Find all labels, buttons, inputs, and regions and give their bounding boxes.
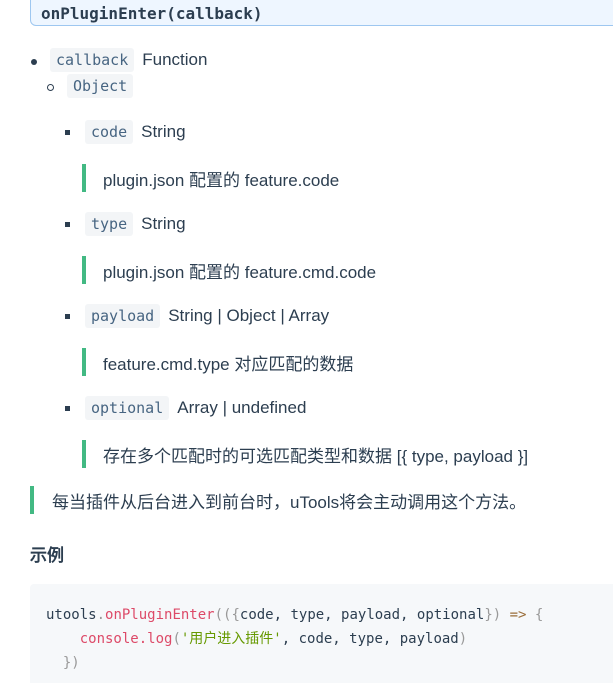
field-type: String	[141, 214, 186, 233]
code-token: {	[231, 607, 240, 623]
code-token: {	[534, 607, 544, 623]
param-type: Function	[142, 50, 208, 69]
param-object: Object	[67, 74, 134, 98]
description-text: 存在多个匹配时的可选匹配类型和数据 [{ type, payload }]	[103, 446, 529, 466]
description-text: plugin.json 配置的 feature.code	[103, 170, 340, 190]
code-line-3: })	[46, 651, 613, 675]
param-name: Object	[67, 74, 134, 98]
code-token: onPluginEnter	[105, 607, 215, 623]
code-token: '用户进入插件'	[180, 631, 282, 647]
quote-bar	[82, 440, 86, 468]
field-name: optional	[85, 396, 170, 420]
code-token: })	[62, 655, 80, 671]
code-token: ((	[214, 607, 232, 623]
field-type: String | Object | Array	[168, 306, 330, 325]
field-description: plugin.json 配置的 feature.cmd.code	[82, 256, 376, 284]
field-description: 存在多个匹配时的可选匹配类型和数据 [{ type, payload }]	[82, 440, 528, 468]
param-callback: callback Function	[50, 48, 207, 72]
param-name: callback	[50, 48, 135, 72]
code-token: =>	[501, 607, 535, 623]
code-token: (	[172, 631, 181, 647]
description-text: plugin.json 配置的 feature.cmd.code	[103, 262, 377, 282]
code-token: console.log	[79, 631, 173, 647]
field-type-row: type String	[85, 212, 186, 236]
field-name: code	[85, 120, 134, 144]
code-line-2: console.log('用户进入插件', code, type, payloa…	[46, 627, 613, 651]
field-name: payload	[85, 304, 161, 328]
quote-bar	[30, 486, 34, 514]
description-text: feature.cmd.type 对应匹配的数据	[103, 354, 354, 374]
code-token: code, type, payload, optional	[239, 607, 485, 623]
code-line-1: utools.onPluginEnter(({code, type, paylo…	[46, 603, 613, 627]
bullet-circle-icon	[47, 84, 54, 91]
field-description: feature.cmd.type 对应匹配的数据	[82, 348, 353, 376]
note-text: 每当插件从后台进入到前台时，uTools将会主动调用这个方法。	[52, 492, 527, 512]
field-optional: optional Array | undefined	[85, 396, 306, 420]
code-token: .	[96, 607, 106, 623]
quote-bar	[82, 348, 86, 376]
field-code: code String	[85, 120, 186, 144]
code-token: )	[492, 607, 502, 623]
code-token: }	[484, 607, 493, 623]
field-description: plugin.json 配置的 feature.code	[82, 164, 339, 192]
field-payload: payload String | Object | Array	[85, 304, 329, 328]
doc-page: onPluginEnter(callback) callback Functio…	[0, 0, 613, 683]
bullet-disc-icon	[31, 59, 37, 65]
bullet-square-icon	[65, 406, 70, 411]
bullet-square-icon	[65, 130, 70, 135]
quote-bar	[82, 256, 86, 284]
field-type: Array | undefined	[177, 398, 307, 417]
bullet-square-icon	[65, 314, 70, 319]
bullet-square-icon	[65, 222, 70, 227]
example-heading: 示例	[30, 546, 64, 565]
field-type: String	[141, 122, 186, 141]
code-token: , code, type, payload	[281, 631, 459, 647]
code-example: utools.onPluginEnter(({code, type, paylo…	[30, 584, 613, 683]
quote-bar	[82, 164, 86, 192]
field-name: type	[85, 212, 134, 236]
method-note: 每当插件从后台进入到前台时，uTools将会主动调用这个方法。	[30, 486, 526, 514]
code-token: utools	[46, 607, 97, 623]
api-signature: onPluginEnter(callback)	[30, 0, 613, 26]
code-token: )	[458, 631, 468, 647]
